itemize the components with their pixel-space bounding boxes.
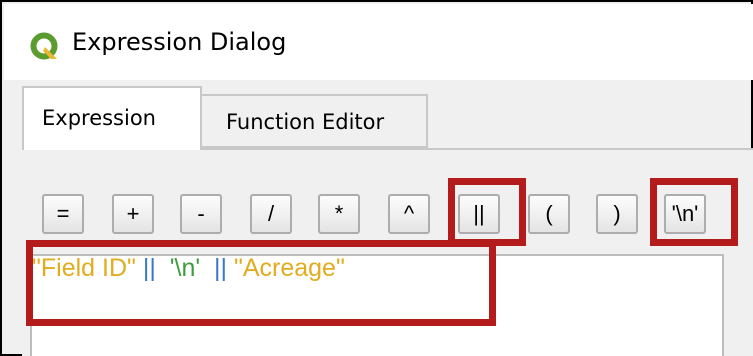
qgis-logo-icon (30, 32, 58, 60)
multiply-button[interactable]: * (318, 194, 360, 234)
open-paren-button[interactable]: ( (528, 194, 570, 234)
close-paren-button[interactable]: ) (596, 194, 638, 234)
divide-button[interactable]: / (250, 194, 292, 234)
minus-button[interactable]: - (180, 194, 222, 234)
expression-highlight (26, 240, 496, 326)
newline-button-highlight (650, 178, 738, 246)
tab-expression[interactable]: Expression (22, 86, 202, 150)
concat-button-highlight (448, 178, 526, 246)
title-bar: Expression Dialog (4, 4, 753, 80)
window-title: Expression Dialog (72, 28, 287, 56)
plus-button[interactable]: + (112, 194, 154, 234)
equals-button[interactable]: = (42, 194, 84, 234)
power-button[interactable]: ^ (388, 194, 430, 234)
tab-function-editor[interactable]: Function Editor (202, 94, 428, 148)
